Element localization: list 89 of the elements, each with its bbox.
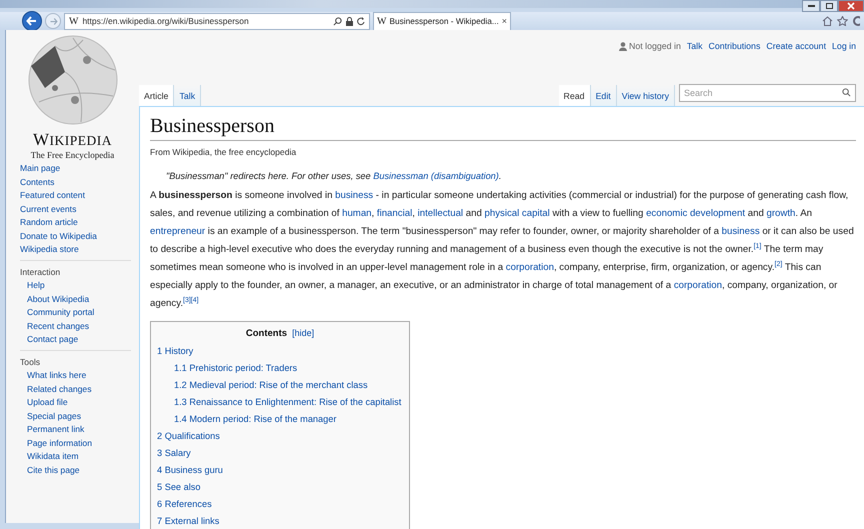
tab-close-button[interactable]: × [502,16,508,26]
account-link[interactable]: Log in [832,41,856,51]
contents-item[interactable]: 1.1 Prehistoric period: Traders [157,360,403,377]
sidebar-link[interactable]: Current events [20,202,131,216]
hatnote: "Businessman" redirects here. For other uses, see Businessman (disambiguation). [166,171,502,181]
article-link[interactable]: business [722,226,760,237]
article-title: Businessperson [150,115,856,141]
page-tab[interactable]: Article [139,85,174,106]
maximize-button[interactable] [820,0,838,12]
sidebar-heading: Interaction [20,266,62,278]
user-icon [619,42,628,50]
article-link[interactable]: corporation [674,280,722,291]
sidebar-link[interactable]: Wikipedia store [20,243,131,256]
contents-item[interactable]: 1.3 Renaissance to Enlightenment: Rise of the capitalist [157,394,403,411]
sidebar-link[interactable]: Main page [20,162,131,176]
home-icon[interactable] [822,16,833,26]
wordmark: WIKIPEDIA [32,130,112,150]
sidebar-link[interactable]: Related changes [20,382,131,396]
minimize-icon [808,4,814,8]
contents-item[interactable]: 1 History [157,343,403,360]
sidebar-link[interactable]: Random article [20,216,131,230]
search-field[interactable]: Search [679,84,856,102]
favicon: W [69,16,78,26]
close-icon [847,2,855,10]
account-link[interactable]: Talk [686,41,703,51]
article-paragraph: A businessperson is someone involved in business - in particular someone undertaking activities (commercial or industrial) for the purpose of generating cash flow, sales, and revenue utilizing a combination of human, financial, intellectual and physical capital with a view to fuelling economic development and growth. An entrepreneur is an example of a businessperson. The term "businessperson" may refer to founder, owner, or majority shareholder of a business or it can also be used to describe a high-level executive who does the everyday running and management of a business even though the executive is not the owner.$^{[1]}$ The term may sometimes mean someone who is involved in an upper-level management role in a corporation, company, enterprise, firm, organization, or agency.$^{[2]}$ This can especially apply to the founder, an owner, a manager, an executive, or an administrator in charge of total management of a corporation, company, organization, or agency.$^{[3][4]}$ [150,189,855,311]
arrow-right-icon [48,16,58,26]
article-link[interactable]: human [342,208,372,219]
arrow-left-icon [26,15,38,27]
logo-tagline: The Free Encyclopedia [30,150,114,160]
favicon: W [377,16,386,26]
sidebar-link[interactable]: Recent changes [20,320,131,333]
contents-item[interactable]: 1.2 Medieval period: Rise of the merchant class [157,377,403,394]
maximize-icon [826,3,832,9]
account-link[interactable]: Create account [766,41,826,51]
address-field[interactable]: W https://en.wikipedia.org/wiki/Businessperson [64,12,370,30]
sidebar-heading: Tools [20,356,42,368]
sidebar-link[interactable]: Permanent link [20,423,131,436]
minimize-button[interactable] [802,0,820,12]
contents-title: Contents [246,328,288,339]
sidebar-link[interactable]: Community portal [20,306,131,320]
close-button[interactable] [838,0,864,12]
hide-link[interactable]: [hide] [292,328,314,339]
contents-item[interactable]: 7 External links [157,513,403,529]
article-link[interactable]: business [335,190,374,201]
refresh-icon[interactable] [357,16,365,26]
sidebar-link[interactable]: Contents [20,176,131,189]
view-tab[interactable]: Read [558,85,591,106]
reference-link[interactable]: [1] [754,242,762,250]
article-link[interactable]: entrepreneur [150,226,206,237]
sidebar-link[interactable]: Upload file [20,396,131,410]
sidebar-link[interactable]: Special pages [20,410,131,423]
browser-tab[interactable]: W Businessperson - Wikipedia... × [373,12,512,30]
contents-item[interactable]: 2 Qualifications [157,428,403,445]
star-icon[interactable] [837,16,848,26]
sidebar-link[interactable]: Help [20,279,131,292]
back-button[interactable] [22,11,42,31]
reference-link[interactable]: [2] [774,260,782,268]
sidebar-link[interactable]: What links here [20,369,131,382]
article-link[interactable]: growth [766,208,796,219]
article-link[interactable]: intellectual [418,208,464,219]
search-icon[interactable] [333,16,342,26]
login-status: Not logged in [619,41,681,51]
sidebar-link[interactable]: Page information [20,436,131,450]
page-tab[interactable]: Talk [174,85,202,106]
article-link[interactable]: economic development [646,208,746,219]
article-link[interactable]: financial [376,208,412,219]
article-link[interactable]: corporation [506,262,554,273]
article-subtitle: From Wikipedia, the free encyclopedia [150,147,298,157]
sidebar-link[interactable]: Donate to Wikipedia [20,230,131,243]
sidebar-link[interactable]: Contact page [20,333,131,346]
article-link[interactable]: physical capital [484,208,550,219]
contents-item[interactable]: 3 Salary [157,445,403,462]
account-link[interactable]: Contributions [708,41,760,51]
sidebar-link[interactable]: Cite this page [20,464,131,477]
sidebar-link[interactable]: Wikidata item [20,450,131,464]
search-icon[interactable] [842,88,851,97]
contents-item[interactable]: 1.4 Modern period: Rise of the manager [157,411,403,428]
view-tab[interactable]: Edit [590,85,617,106]
sidebar-link[interactable]: Featured content [20,189,131,202]
reference-link[interactable]: [3][4] [183,296,199,304]
contents-item[interactable]: 5 See also [157,479,403,496]
lock-icon[interactable] [346,16,353,26]
view-tab[interactable]: View history [616,85,675,106]
contents-item[interactable]: 6 References [157,496,403,513]
contents-item[interactable]: 4 Business guru [157,462,403,479]
tab-title: Businessperson - Wikipedia... [389,16,499,26]
article-link[interactable]: Businessman (disambiguation) [373,171,499,181]
sidebar-link[interactable]: About Wikipedia [20,292,131,306]
